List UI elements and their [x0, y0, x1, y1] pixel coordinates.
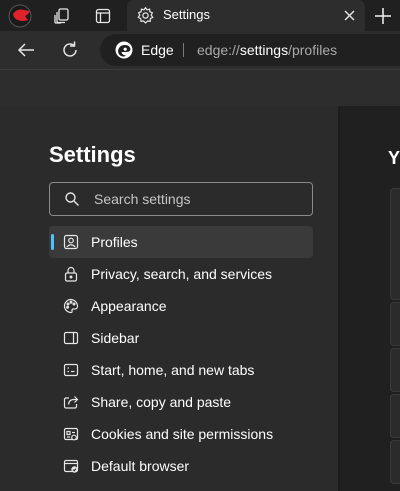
gear-icon — [137, 6, 154, 24]
sidebar-item-label: Default browser — [91, 458, 190, 474]
section-heading: Y — [388, 148, 400, 168]
workspaces-icon[interactable] — [50, 4, 74, 28]
edge-logo-icon — [115, 41, 133, 59]
url-page: settings — [239, 42, 289, 58]
sidebar-item-share[interactable]: Share, copy and paste — [49, 386, 313, 418]
page-title: Settings — [49, 142, 136, 167]
sidebar-item-privacy[interactable]: Privacy, search, and services — [49, 258, 313, 290]
active-indicator — [51, 234, 54, 250]
sidebar-item-label: Sidebar — [91, 330, 140, 346]
settings-page: Settings Profiles — [0, 106, 400, 491]
sidebar-item-label: Appearance — [91, 298, 167, 314]
tab-title: Settings — [163, 7, 210, 22]
sidebar-item-start-home[interactable]: Start, home, and new tabs — [49, 354, 313, 386]
refresh-icon[interactable] — [59, 39, 81, 61]
profile-icon — [63, 234, 79, 250]
settings-card[interactable] — [390, 302, 400, 346]
tab-strip: Settings — [0, 0, 400, 31]
sidebar-item-profiles[interactable]: Profiles — [49, 226, 313, 258]
url-path: /profiles — [288, 42, 338, 58]
search-input[interactable] — [94, 189, 304, 209]
profile-card[interactable] — [390, 188, 400, 300]
settings-card[interactable] — [390, 440, 400, 484]
sidebar-item-sidebar[interactable]: Sidebar — [49, 322, 313, 354]
home-tabs-icon — [63, 363, 79, 377]
default-browser-icon — [63, 459, 79, 473]
favorites-bar — [0, 69, 400, 106]
sidebar-item-label: Cookies and site permissions — [91, 426, 274, 442]
tab-settings[interactable]: Settings — [127, 0, 365, 31]
close-icon[interactable] — [341, 7, 358, 24]
site-name: Edge — [141, 42, 174, 58]
sidebar-item-label: Privacy, search, and services — [91, 266, 273, 282]
lock-icon — [64, 266, 78, 282]
settings-sidebar: Settings Profiles — [0, 106, 338, 491]
palette-icon — [63, 298, 79, 314]
pane-divider — [338, 106, 340, 491]
cookies-icon — [63, 427, 79, 441]
settings-card[interactable] — [390, 348, 400, 392]
settings-card[interactable] — [390, 394, 400, 438]
sidebar-item-appearance[interactable]: Appearance — [49, 290, 313, 322]
url-text[interactable]: edge://settings/profiles — [197, 42, 337, 58]
sidebar-item-label: Profiles — [91, 234, 138, 250]
toolbar: Edge edge://settings/profiles — [0, 31, 400, 69]
search-icon — [65, 192, 79, 206]
tab-actions-icon[interactable] — [91, 4, 115, 28]
sidebar-item-label: Share, copy and paste — [91, 394, 232, 410]
sidebar-item-cookies[interactable]: Cookies and site permissions — [49, 418, 313, 450]
sidebar-icon — [63, 331, 79, 345]
search-box[interactable] — [49, 182, 313, 216]
address-separator — [183, 43, 184, 57]
back-arrow-icon[interactable] — [15, 39, 37, 61]
share-icon — [63, 396, 79, 409]
profile-avatar-icon[interactable] — [8, 4, 32, 28]
address-bar[interactable]: Edge edge://settings/profiles — [100, 34, 400, 66]
sidebar-item-label: Start, home, and new tabs — [91, 362, 255, 378]
new-tab-icon[interactable] — [371, 4, 395, 28]
url-scheme: edge:// — [197, 42, 240, 58]
settings-nav: Profiles Privacy, search, and services A… — [49, 226, 313, 482]
sidebar-item-default-browser[interactable]: Default browser — [49, 450, 313, 482]
